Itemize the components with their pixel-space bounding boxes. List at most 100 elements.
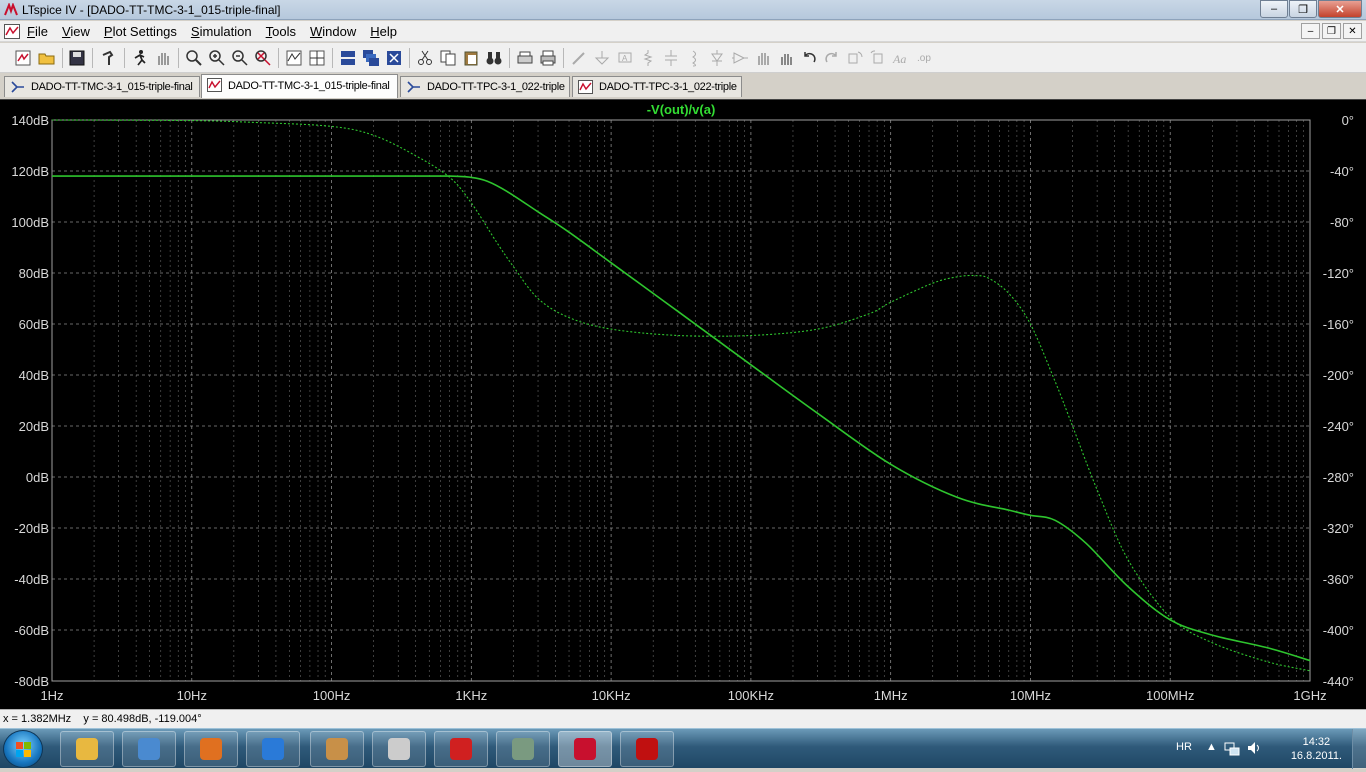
- tray-expand-icon[interactable]: ▲: [1206, 741, 1217, 753]
- bode-plot[interactable]: 1Hz 10Hz 100Hz 1KHz 10KHz 100KHz 1MHz 10MHz 100M…: [0, 100, 1366, 710]
- text-icon: Aa: [892, 52, 906, 66]
- print-preview-button[interactable]: [514, 47, 536, 69]
- svg-text:.op: .op: [917, 53, 931, 64]
- mdi-restore-button[interactable]: ❐: [1322, 23, 1341, 39]
- mdi-close-button[interactable]: ✕: [1343, 23, 1362, 39]
- taskbar-app-picture-manager[interactable]: [310, 731, 364, 767]
- taskbar-app-antivirus[interactable]: [434, 731, 488, 767]
- paste-button[interactable]: [460, 47, 482, 69]
- find-button[interactable]: [483, 47, 505, 69]
- x-tick-label: 1Hz: [40, 688, 63, 703]
- menu-plot-settings[interactable]: Plot Settings: [104, 24, 177, 39]
- menu-window[interactable]: Window: [310, 24, 356, 39]
- menu-help[interactable]: Help: [370, 24, 397, 39]
- resistor-button[interactable]: [637, 47, 659, 69]
- ground-button[interactable]: [591, 47, 613, 69]
- tab-schematic-tpc[interactable]: DADO-TT-TPC-3-1_022-triple: [400, 76, 570, 97]
- menu-tools[interactable]: Tools: [266, 24, 296, 39]
- print-button[interactable]: [537, 47, 559, 69]
- network-icon[interactable]: [1224, 740, 1240, 756]
- label-net-button[interactable]: A: [614, 47, 636, 69]
- mirror-button[interactable]: [867, 47, 889, 69]
- taskbar-app-internet-explorer[interactable]: [246, 731, 300, 767]
- menu-file[interactable]: File: [27, 24, 48, 39]
- schematic-icon: [407, 81, 420, 93]
- y-right-tick-label: -40°: [1330, 164, 1354, 179]
- volume-icon[interactable]: [1246, 740, 1262, 756]
- taskbar-app-network-tool[interactable]: [372, 731, 426, 767]
- taskbar-app-office[interactable]: [184, 731, 238, 767]
- diode-icon: [711, 50, 723, 66]
- mirror-icon: [870, 50, 883, 64]
- taskbar-app-oscilloscope[interactable]: [496, 731, 550, 767]
- hand-stop-icon: [158, 53, 169, 65]
- waveform-plot-pane[interactable]: 1Hz 10Hz 100Hz 1KHz 10KHz 100KHz 1MHz 10MHz 100M…: [0, 99, 1366, 709]
- tab-schematic-tmc[interactable]: DADO-TT-TMC-3-1_015-triple-final: [4, 76, 200, 97]
- diode-button[interactable]: [706, 47, 728, 69]
- mdi-minimize-button[interactable]: ‒: [1301, 23, 1320, 39]
- show-desktop-button[interactable]: [1352, 729, 1366, 769]
- taskbar-app-media-player[interactable]: [122, 731, 176, 767]
- capacitor-button[interactable]: [660, 47, 682, 69]
- taskbar-app-acrobat[interactable]: [620, 731, 674, 767]
- component-button[interactable]: [729, 47, 751, 69]
- copy-button[interactable]: [437, 47, 459, 69]
- clock[interactable]: 14:32 16.8.2011.: [1291, 735, 1342, 763]
- language-indicator[interactable]: HR: [1176, 741, 1192, 753]
- windows-taskbar: HR ▲ 14:32 16.8.2011.: [0, 728, 1366, 769]
- spice-directive-button[interactable]: .op: [913, 47, 935, 69]
- save-button[interactable]: [66, 47, 88, 69]
- menu-simulation[interactable]: Simulation: [191, 24, 252, 39]
- tab-waveform-tmc[interactable]: DADO-TT-TMC-3-1_015-triple-final: [201, 74, 398, 98]
- clock-time: 14:32: [1302, 736, 1331, 748]
- binoculars-icon: [486, 52, 502, 65]
- taskbar-app-explorer-folder[interactable]: [60, 731, 114, 767]
- zoom-out-button[interactable]: [229, 47, 251, 69]
- cascade-button[interactable]: [360, 47, 382, 69]
- y-left-tick-label: 60dB: [19, 317, 49, 332]
- close-all-button[interactable]: [383, 47, 405, 69]
- tile-horizontal-button[interactable]: [337, 47, 359, 69]
- x-tick-label: 10MHz: [1010, 688, 1051, 703]
- menu-bar: File View Plot Settings Simulation Tools Wind…: [0, 21, 1366, 42]
- maximize-button[interactable]: ❐: [1289, 0, 1317, 18]
- start-button[interactable]: [3, 730, 43, 768]
- close-button[interactable]: ✕: [1318, 0, 1362, 18]
- taskbar-app-ltspice[interactable]: [558, 731, 612, 767]
- autorange-button[interactable]: [283, 47, 305, 69]
- y-right-tick-label: -440°: [1323, 674, 1354, 689]
- trace-label[interactable]: -V(out)/v(a): [647, 102, 716, 117]
- window-controls: ‒ ❐ ✕: [1259, 0, 1362, 18]
- zoom-in-button[interactable]: [206, 47, 228, 69]
- minimize-button[interactable]: ‒: [1260, 0, 1288, 18]
- halt-button[interactable]: [152, 47, 174, 69]
- paste-icon: [464, 51, 478, 66]
- cursor-button[interactable]: [306, 47, 328, 69]
- menu-view[interactable]: View: [62, 24, 90, 39]
- control-panel-button[interactable]: [98, 47, 120, 69]
- open-button[interactable]: [36, 47, 58, 69]
- zoom-full-button[interactable]: [252, 47, 274, 69]
- text-button[interactable]: Aa: [890, 47, 912, 69]
- zoom-area-button[interactable]: [183, 47, 205, 69]
- clock-date: 16.8.2011.: [1290, 750, 1342, 762]
- run-button[interactable]: [128, 47, 150, 69]
- print-preview-icon: [517, 51, 533, 64]
- move-button[interactable]: [752, 47, 774, 69]
- waveform-icon: [578, 80, 593, 94]
- undo-button[interactable]: [798, 47, 820, 69]
- open-folder-icon: [38, 53, 55, 65]
- cut-button[interactable]: [414, 47, 436, 69]
- drag-button[interactable]: [775, 47, 797, 69]
- redo-button[interactable]: [821, 47, 843, 69]
- window-title: LTspice IV - [DADO-TT-TMC-3-1_015-triple…: [22, 3, 281, 17]
- hand-drag-icon: [781, 54, 792, 65]
- autorange-icon: [286, 50, 302, 66]
- new-schematic-button[interactable]: [12, 47, 34, 69]
- waveform-doc-icon[interactable]: [4, 24, 20, 39]
- undo-icon: [804, 52, 816, 63]
- rotate-button[interactable]: [844, 47, 866, 69]
- wire-button[interactable]: [568, 47, 590, 69]
- inductor-button[interactable]: [683, 47, 705, 69]
- tab-waveform-tpc[interactable]: DADO-TT-TPC-3-1_022-triple: [572, 76, 742, 97]
